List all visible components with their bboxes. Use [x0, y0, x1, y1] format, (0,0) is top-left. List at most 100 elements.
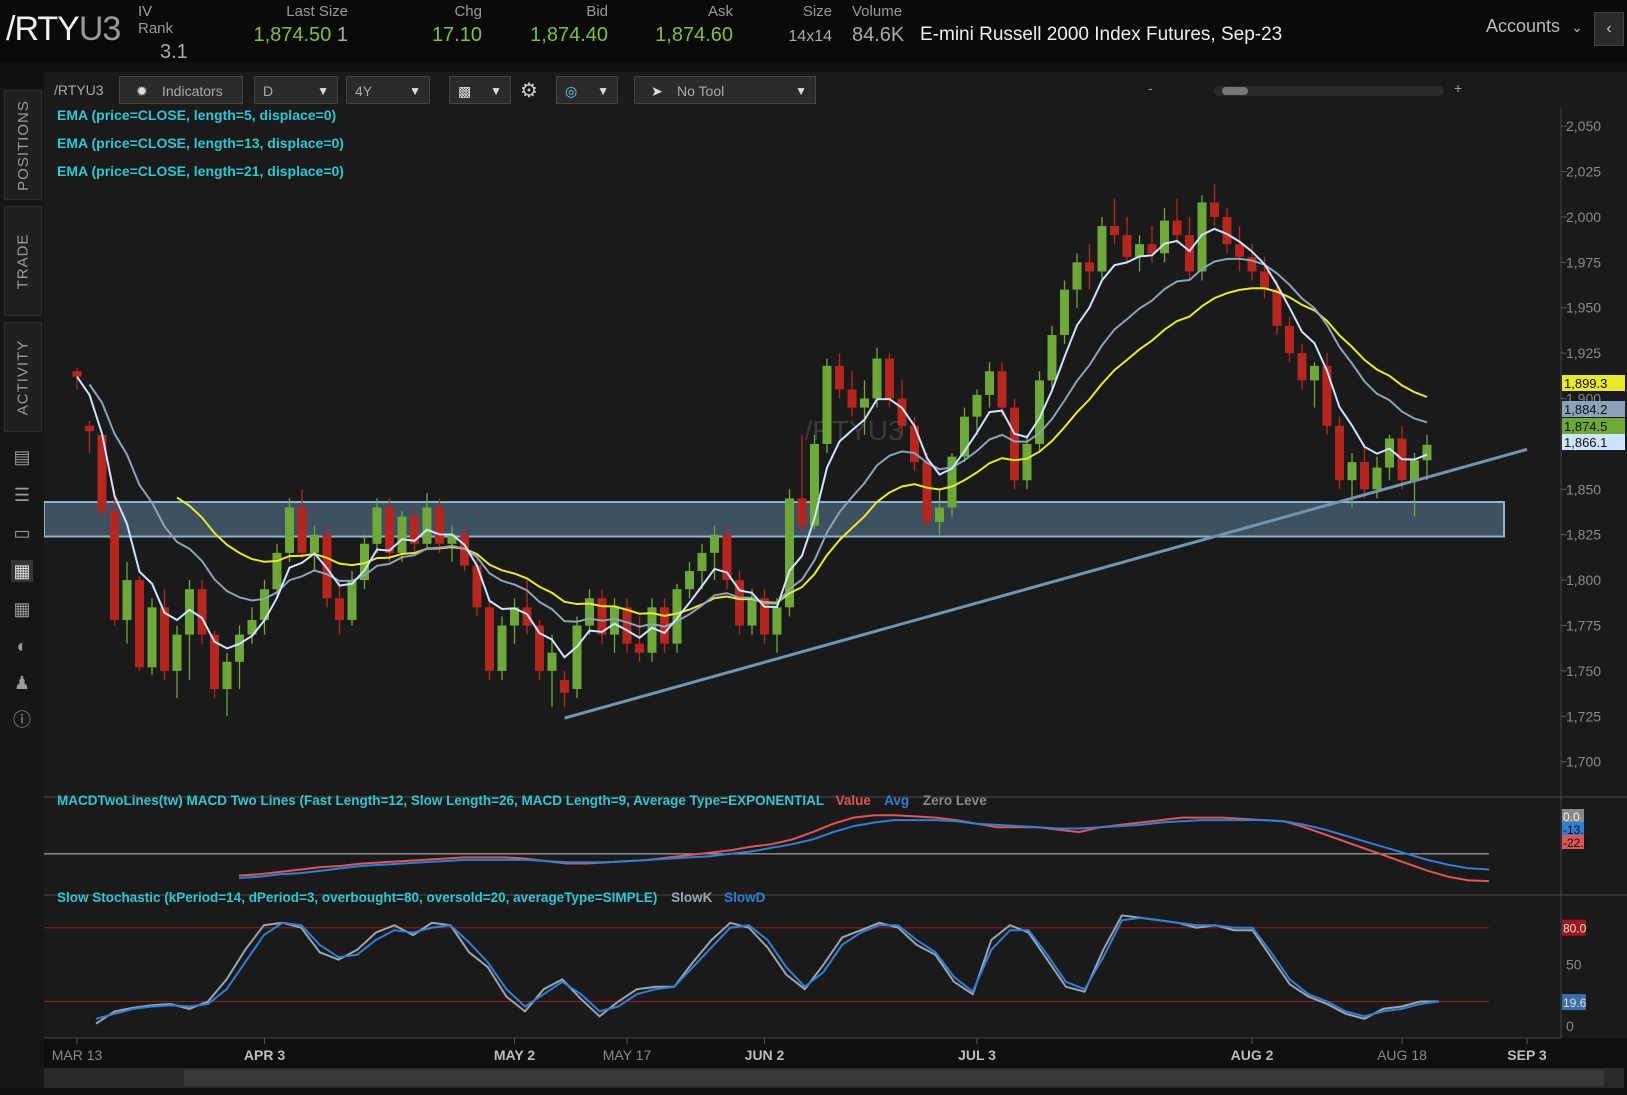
candle[interactable] [610, 607, 619, 635]
candle[interactable] [1335, 425, 1344, 481]
zoom-slider-handle[interactable] [1222, 87, 1248, 95]
collapse-panel-button[interactable]: ‹ [1594, 12, 1624, 46]
candle[interactable] [147, 607, 157, 668]
candle[interactable] [685, 571, 694, 590]
candle[interactable] [1060, 289, 1069, 335]
accounts-menu[interactable]: Accounts ⌄ [1486, 16, 1583, 37]
candle[interactable] [522, 607, 532, 626]
zoom-out-button[interactable]: - [1148, 80, 1153, 96]
candle[interactable] [197, 589, 207, 635]
scrollbar-thumb[interactable] [184, 1070, 1604, 1086]
community-icon[interactable]: ♟ [11, 672, 33, 694]
tv-icon[interactable]: ▭ [11, 522, 33, 544]
ema5-study-label[interactable]: EMA (price=CLOSE, length=5, displace=0) [57, 108, 336, 123]
candle[interactable] [1372, 467, 1382, 490]
news-icon[interactable]: ▤ [11, 446, 33, 468]
candle[interactable] [85, 425, 94, 432]
chart-type-select[interactable]: ▩ ▼ [449, 76, 511, 104]
grid-icon[interactable]: ▦ [11, 598, 33, 620]
candle[interactable] [172, 634, 182, 671]
candle[interactable] [997, 371, 1007, 408]
candle[interactable] [1385, 438, 1394, 468]
candle[interactable] [110, 511, 119, 621]
candle[interactable] [1360, 462, 1369, 490]
candle[interactable] [747, 598, 757, 626]
ema13-study-label[interactable]: EMA (price=CLOSE, length=13, displace=0) [57, 135, 344, 151]
gauge-icon[interactable]: ◐ [11, 635, 33, 657]
candle[interactable] [1210, 202, 1219, 217]
gear-icon[interactable]: ⚙ [520, 78, 538, 103]
candle[interactable] [1010, 407, 1019, 481]
candle[interactable] [585, 598, 594, 626]
ema21-study-label[interactable]: EMA (price=CLOSE, length=21, displace=0) [57, 163, 344, 179]
aggregation-select[interactable]: D ▼ [254, 76, 338, 104]
candle[interactable] [710, 534, 719, 553]
zoom-in-button[interactable]: + [1454, 80, 1462, 96]
candle[interactable] [1297, 353, 1307, 381]
candle[interactable] [1085, 262, 1094, 272]
stochastic-study-title[interactable]: Slow Stochastic (kPeriod=14, dPeriod=3, … [57, 890, 766, 905]
candle[interactable] [1272, 289, 1282, 326]
candle[interactable] [922, 462, 932, 522]
candle[interactable] [1047, 334, 1057, 381]
candle[interactable] [772, 607, 782, 635]
candle[interactable] [560, 679, 569, 693]
chart-area[interactable]: /RTYU3 2,0502,0252,0001,9751,9501,9251,9… [44, 108, 1627, 1068]
candle[interactable] [885, 358, 894, 399]
candle[interactable] [860, 398, 869, 408]
candle[interactable] [822, 365, 832, 444]
timeframe-select[interactable]: 4Y ▼ [346, 76, 430, 104]
candle[interactable] [72, 371, 82, 377]
candle[interactable] [397, 516, 407, 553]
candle[interactable] [622, 607, 632, 644]
candle[interactable] [497, 625, 507, 671]
ask-value[interactable]: 1,874.60 [645, 24, 733, 47]
candle[interactable] [635, 643, 644, 653]
candle[interactable] [285, 507, 294, 553]
candle[interactable] [547, 652, 557, 671]
candle[interactable] [235, 634, 244, 662]
candle[interactable] [1022, 443, 1032, 481]
candle[interactable] [272, 552, 282, 590]
candle[interactable] [972, 394, 982, 417]
candle[interactable] [1097, 226, 1107, 272]
candle[interactable] [1172, 220, 1182, 236]
drawing-set-select[interactable]: ◎ ▼ [556, 76, 618, 104]
list-icon[interactable]: ☰ [11, 484, 33, 506]
candle[interactable] [422, 507, 432, 544]
candle[interactable] [797, 498, 807, 526]
candle[interactable] [1260, 271, 1269, 290]
candle[interactable] [672, 589, 682, 644]
candle[interactable] [1285, 325, 1294, 354]
candle[interactable] [135, 580, 144, 668]
candle[interactable] [335, 598, 344, 621]
tab-trade[interactable]: TRADE [4, 206, 42, 316]
candle[interactable] [872, 358, 882, 399]
candle[interactable] [1322, 365, 1332, 426]
bid-value[interactable]: 1,874.40 [520, 24, 608, 47]
ask-field[interactable]: Ask 1,874.60 [645, 3, 733, 47]
candle[interactable] [435, 507, 444, 544]
candle[interactable] [1197, 202, 1207, 272]
candle[interactable] [222, 661, 232, 690]
candle[interactable] [1422, 444, 1432, 461]
help-icon[interactable]: ⓘ [11, 709, 33, 731]
candle[interactable] [385, 507, 394, 553]
candle[interactable] [1122, 235, 1132, 257]
candle[interactable] [835, 365, 844, 390]
candle[interactable] [1347, 462, 1357, 481]
candle[interactable] [372, 507, 382, 544]
drawing-tool-select[interactable]: ➤ No Tool ▼ [634, 76, 816, 104]
zoom-slider[interactable] [1214, 86, 1444, 96]
bid-field[interactable]: Bid 1,874.40 [520, 3, 608, 47]
candle[interactable] [310, 534, 319, 553]
candle[interactable] [1410, 460, 1419, 481]
chart-icon[interactable]: ▦ [11, 560, 33, 582]
candle[interactable] [485, 607, 494, 671]
candle[interactable] [697, 552, 707, 572]
candle[interactable] [1222, 216, 1232, 245]
candle[interactable] [935, 507, 944, 522]
candle[interactable] [322, 534, 332, 599]
candle[interactable] [347, 580, 357, 621]
macd-study-title[interactable]: MACDTwoLines(tw) MACD Two Lines (Fast Le… [57, 793, 987, 808]
